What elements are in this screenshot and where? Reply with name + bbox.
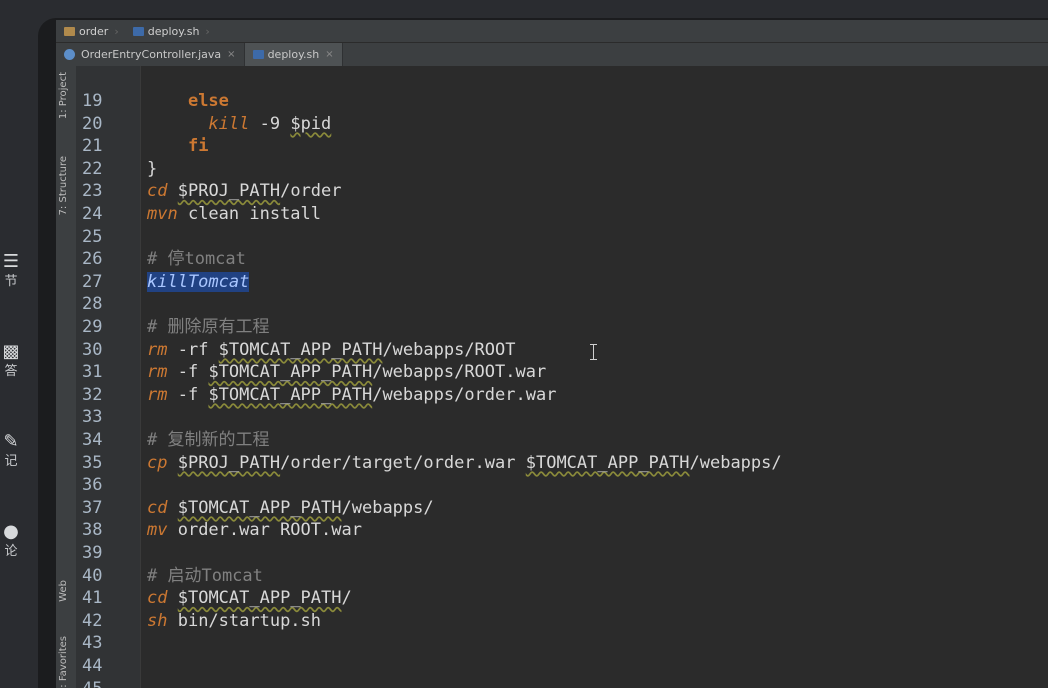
line-number: 22 bbox=[82, 158, 103, 179]
folder-icon bbox=[64, 26, 75, 36]
note-edit-icon: ✎ bbox=[3, 431, 19, 452]
code-line-23: cd $PROJ_PATH/order bbox=[147, 181, 342, 202]
code-line-27: killTomcat bbox=[147, 271, 250, 294]
line-number: 20 bbox=[82, 113, 103, 134]
selected-text: killTomcat bbox=[147, 271, 250, 292]
line-number: 28 bbox=[82, 294, 103, 315]
sidebar-item-label: 记 bbox=[4, 454, 18, 469]
code-line-40: # 启动Tomcat bbox=[147, 565, 263, 586]
tool-tab-favorites[interactable]: 2: Favorites bbox=[58, 636, 74, 688]
tool-window-strip: 1: Project 7: Structure Web 2: Favorites bbox=[56, 66, 77, 688]
line-number: 24 bbox=[82, 204, 103, 224]
code-line-21: fi bbox=[187, 136, 209, 157]
code-line-29: # 删除原有工程 bbox=[147, 317, 270, 337]
tab-order-entry-controller[interactable]: OrderEntryController.java × bbox=[56, 43, 245, 66]
code-line-32: rm -f $TOMCAT_APP_PATH/webapps/order.war bbox=[147, 384, 557, 405]
line-number: 45 bbox=[82, 678, 122, 688]
breadcrumb-item-deploy[interactable]: deploy.sh › bbox=[125, 20, 216, 42]
line-number: 35 bbox=[82, 452, 103, 473]
line-number: 42 bbox=[82, 610, 103, 631]
code-line-41: cd $TOMCAT_APP_PATH/ bbox=[147, 588, 352, 609]
sidebar-item-label: 节 bbox=[4, 274, 18, 289]
breadcrumb: order › deploy.sh › bbox=[56, 20, 1048, 43]
code-line-30: rm -rf $TOMCAT_APP_PATH/webapps/ROOT bbox=[147, 339, 516, 360]
sidebar-item-label: 论 bbox=[4, 544, 18, 559]
code-line-42: sh bin/startup.sh bbox=[147, 610, 322, 631]
sidebar-item-chapters[interactable]: ☰ 节 bbox=[0, 252, 22, 290]
text-cursor-icon bbox=[590, 344, 597, 360]
code-line-20: kill -9 $pid bbox=[208, 113, 332, 134]
tool-tab-project[interactable]: 1: Project bbox=[58, 72, 74, 119]
code-line-34: # 复制新的工程 bbox=[147, 430, 270, 450]
comment-icon: ● bbox=[3, 521, 19, 542]
line-number: 43 bbox=[82, 633, 103, 654]
tool-tab-structure[interactable]: 7: Structure bbox=[58, 156, 74, 215]
sidebar-item-qa[interactable]: ▩ 答 bbox=[0, 342, 22, 380]
code-line-19: else bbox=[187, 91, 229, 111]
sidebar-item-label: 答 bbox=[4, 364, 18, 379]
shell-file-icon bbox=[132, 26, 144, 36]
java-class-icon bbox=[64, 49, 75, 60]
code-line-35: cp $PROJ_PATH/order/target/order.war $TO… bbox=[147, 452, 782, 473]
line-number: 37 bbox=[82, 497, 103, 518]
editor-tabs: OrderEntryController.java × deploy.sh × bbox=[56, 43, 1048, 67]
line-number: 39 bbox=[82, 543, 103, 563]
line-number: 41 bbox=[82, 588, 103, 609]
line-number: 38 bbox=[82, 520, 103, 541]
tab-deploy-sh[interactable]: deploy.sh × bbox=[244, 43, 343, 66]
line-number: 31 bbox=[82, 362, 103, 383]
line-number: 26 bbox=[82, 249, 103, 270]
close-icon[interactable]: × bbox=[325, 49, 333, 60]
code-editor[interactable]: else kill -9 $pid fi } cd $PROJ_PATH/ord… bbox=[141, 66, 1048, 688]
shell-file-icon bbox=[252, 50, 264, 59]
sidebar-item-notes[interactable]: ✎ 记 bbox=[0, 432, 22, 470]
code-line-26: # 停tomcat bbox=[147, 249, 246, 270]
tool-tab-web[interactable]: Web bbox=[58, 580, 74, 602]
line-number: 19 bbox=[82, 91, 103, 111]
line-number-gutter: 19 20 21 22 23 24 25 26 27 28 29 30 31 3… bbox=[76, 66, 141, 688]
line-number: 33 bbox=[82, 407, 103, 428]
close-icon[interactable]: × bbox=[227, 49, 235, 60]
line-number: 44 bbox=[82, 656, 103, 676]
code-line-37: cd $TOMCAT_APP_PATH/webapps/ bbox=[147, 497, 434, 518]
line-number: 23 bbox=[82, 181, 103, 202]
line-number: 32 bbox=[82, 384, 103, 405]
chapter-list-icon: ☰ bbox=[2, 251, 20, 272]
code-line-22: } bbox=[147, 158, 158, 179]
line-number: 30 bbox=[82, 339, 103, 360]
qa-icon: ▩ bbox=[2, 341, 20, 362]
line-number: 27 bbox=[82, 271, 103, 292]
sidebar-item-comments[interactable]: ● 论 bbox=[0, 522, 22, 560]
line-number: 29 bbox=[82, 317, 103, 337]
line-number: 36 bbox=[82, 475, 103, 496]
code-line-24: mvn clean install bbox=[147, 204, 322, 224]
line-number: 34 bbox=[82, 430, 103, 450]
course-sidebar: ☰ 节 ▩ 答 ✎ 记 ● 论 bbox=[0, 0, 38, 688]
code-line-38: mv order.war ROOT.war bbox=[147, 520, 362, 541]
video-frame: order › deploy.sh › OrderEntryController… bbox=[38, 18, 1048, 688]
line-number: 25 bbox=[82, 226, 103, 247]
line-number: 21 bbox=[82, 136, 103, 157]
ide-window: order › deploy.sh › OrderEntryController… bbox=[56, 20, 1048, 688]
breadcrumb-item-order[interactable]: order › bbox=[56, 20, 125, 42]
code-line-31: rm -f $TOMCAT_APP_PATH/webapps/ROOT.war bbox=[147, 362, 547, 383]
line-number: 40 bbox=[82, 565, 103, 586]
